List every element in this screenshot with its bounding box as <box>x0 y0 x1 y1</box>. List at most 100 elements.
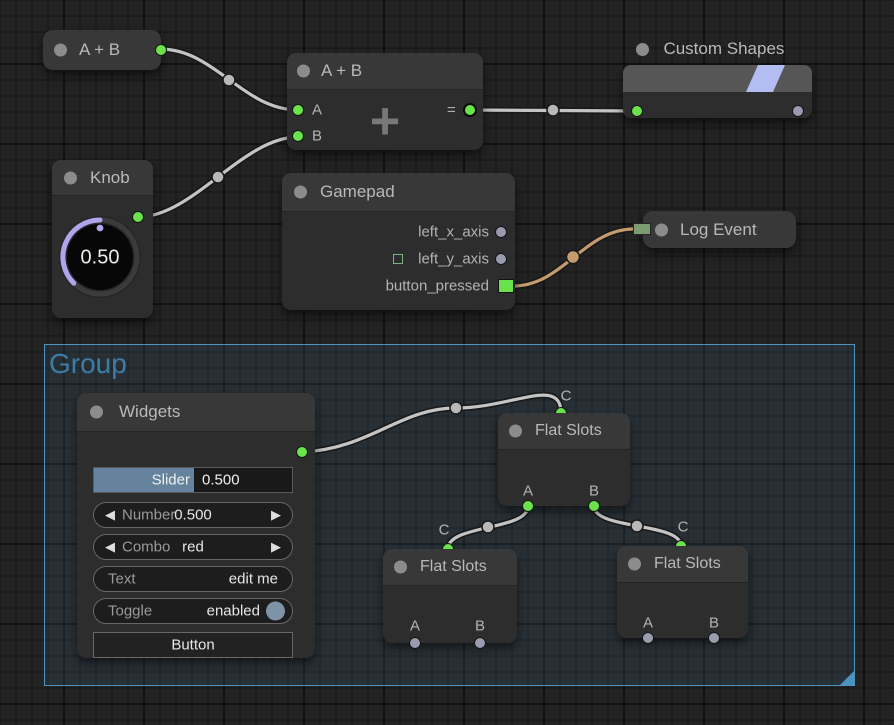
slider-widget[interactable]: Slider 0.500 <box>93 467 293 493</box>
output-label-b: B <box>589 483 599 500</box>
output-socket-b[interactable] <box>588 500 600 512</box>
wire-flattop-b-to-flatright[interactable] <box>594 506 681 546</box>
output-socket-result[interactable] <box>463 103 477 117</box>
output-label-button-pressed: button_pressed <box>386 278 489 295</box>
input-socket-b[interactable] <box>292 130 304 142</box>
output-socket[interactable] <box>296 446 308 458</box>
node-custom-shapes[interactable] <box>623 65 812 118</box>
collapse-dot-icon[interactable] <box>394 561 407 574</box>
collapse-dot-icon[interactable] <box>297 65 310 78</box>
output-socket-b[interactable] <box>708 632 720 644</box>
number-widget[interactable]: ◀ Number 0.500 ▶ <box>93 502 293 528</box>
text-value: edit me <box>229 571 278 588</box>
text-widget[interactable]: Text edit me <box>93 566 293 592</box>
input-label-c: C <box>678 519 689 536</box>
wire-addcollapsed-to-a[interactable] <box>160 49 298 110</box>
node-flat-slots-left[interactable]: C Flat Slots A B <box>383 549 517 643</box>
input-socket[interactable] <box>633 223 651 235</box>
collapse-dot-icon[interactable] <box>90 406 103 419</box>
node-add[interactable]: A + B A B + = <box>287 53 483 150</box>
input-label-a: A <box>312 102 322 119</box>
input-label-b: B <box>312 128 322 145</box>
square-outline-icon <box>393 254 403 264</box>
node-gamepad[interactable]: Gamepad left_x_axis left_y_axis button_p… <box>282 173 515 310</box>
input-label-c: C <box>439 522 450 539</box>
input-label-c: C <box>561 388 572 405</box>
node-flat-slots-top[interactable]: C Flat Slots A B <box>498 413 630 506</box>
node-knob[interactable]: Knob 0.50 <box>52 160 153 318</box>
slider-value: 0.500 <box>202 472 240 489</box>
customshapes-title-row[interactable]: Custom Shapes <box>636 39 784 59</box>
custom-parallelogram-shape <box>745 65 786 92</box>
button-label: Button <box>94 637 292 654</box>
node-log-event[interactable]: Log Event <box>643 211 796 248</box>
wire-gamepad-to-logevent[interactable] <box>513 229 634 286</box>
output-socket-button-pressed[interactable] <box>498 279 514 293</box>
combo-widget[interactable]: ◀ Combo red ▶ <box>93 534 293 560</box>
collapse-dot-icon[interactable] <box>294 186 307 199</box>
wire-flattop-a-to-flatleft[interactable] <box>448 506 528 549</box>
node-title: Custom Shapes <box>663 39 784 58</box>
output-label-b: B <box>709 615 719 632</box>
node-title: Flat Slots <box>420 558 487 576</box>
knob-indicator-icon <box>97 225 104 232</box>
output-socket-left-x-axis[interactable] <box>495 226 507 238</box>
node-titlebar[interactable]: Flat Slots <box>383 549 517 586</box>
node-title: Flat Slots <box>535 422 602 440</box>
node-title: Knob <box>90 168 130 188</box>
plus-glyph-icon: + <box>370 92 400 152</box>
next-arrow-icon[interactable]: ▶ <box>271 539 281 555</box>
node-add-collapsed[interactable]: A + B <box>43 30 161 70</box>
node-title: Gamepad <box>320 182 395 202</box>
increment-arrow-icon[interactable]: ▶ <box>271 507 281 523</box>
toggle-label: Toggle <box>108 603 152 620</box>
node-widgets[interactable]: Widgets Slider 0.500 ◀ Number 0.500 ▶ ◀ … <box>77 393 315 658</box>
knob-value: 0.50 <box>81 247 120 270</box>
input-socket-a[interactable] <box>292 104 304 116</box>
output-socket[interactable] <box>155 44 167 56</box>
input-socket[interactable] <box>631 105 643 117</box>
collapse-dot-icon[interactable] <box>54 44 67 57</box>
collapse-dot-icon[interactable] <box>628 558 641 571</box>
toggle-knob-icon[interactable] <box>266 602 285 621</box>
node-title: A + B <box>321 61 362 81</box>
node-titlebar[interactable]: Flat Slots <box>617 546 748 583</box>
output-socket-a[interactable] <box>409 637 421 649</box>
output-label-a: A <box>410 618 420 635</box>
output-label-b: B <box>475 618 485 635</box>
node-title: Widgets <box>119 402 180 422</box>
node-titlebar[interactable]: Gamepad <box>282 173 515 212</box>
node-title: A + B <box>79 40 120 60</box>
node-flat-slots-right[interactable]: C Flat Slots A B <box>617 546 748 638</box>
node-titlebar[interactable]: A + B <box>287 53 483 90</box>
output-socket-a[interactable] <box>522 500 534 512</box>
node-title: Flat Slots <box>654 555 721 573</box>
output-label-left-y-axis: left_y_axis <box>418 251 489 268</box>
collapse-dot-icon[interactable] <box>636 43 649 56</box>
node-titlebar[interactable]: Widgets <box>77 393 315 432</box>
node-title: Log Event <box>680 220 757 240</box>
toggle-widget[interactable]: Toggle enabled <box>93 598 293 624</box>
output-socket-left-y-axis[interactable] <box>495 253 507 265</box>
output-label-equals: = <box>447 102 456 119</box>
output-label-a: A <box>643 615 653 632</box>
collapse-dot-icon[interactable] <box>64 171 77 184</box>
node-editor-canvas[interactable]: Group <box>0 0 894 725</box>
wire-add-to-customshapes[interactable] <box>470 104 637 116</box>
output-socket[interactable] <box>792 105 804 117</box>
toggle-value: enabled <box>207 603 260 620</box>
node-titlebar[interactable]: Knob <box>52 160 153 196</box>
collapse-dot-icon[interactable] <box>509 425 522 438</box>
output-socket-a[interactable] <box>642 632 654 644</box>
text-label: Text <box>108 571 136 588</box>
output-label-left-x-axis: left_x_axis <box>418 224 489 241</box>
collapse-dot-icon[interactable] <box>655 223 668 236</box>
wire-knob-to-b[interactable] <box>138 137 298 217</box>
node-titlebar[interactable]: Flat Slots <box>498 413 630 450</box>
button-widget[interactable]: Button <box>93 632 293 658</box>
output-label-a: A <box>523 483 533 500</box>
output-socket-b[interactable] <box>474 637 486 649</box>
custom-band <box>623 65 812 92</box>
combo-value: red <box>94 539 292 556</box>
slider-label: Slider <box>94 472 190 489</box>
